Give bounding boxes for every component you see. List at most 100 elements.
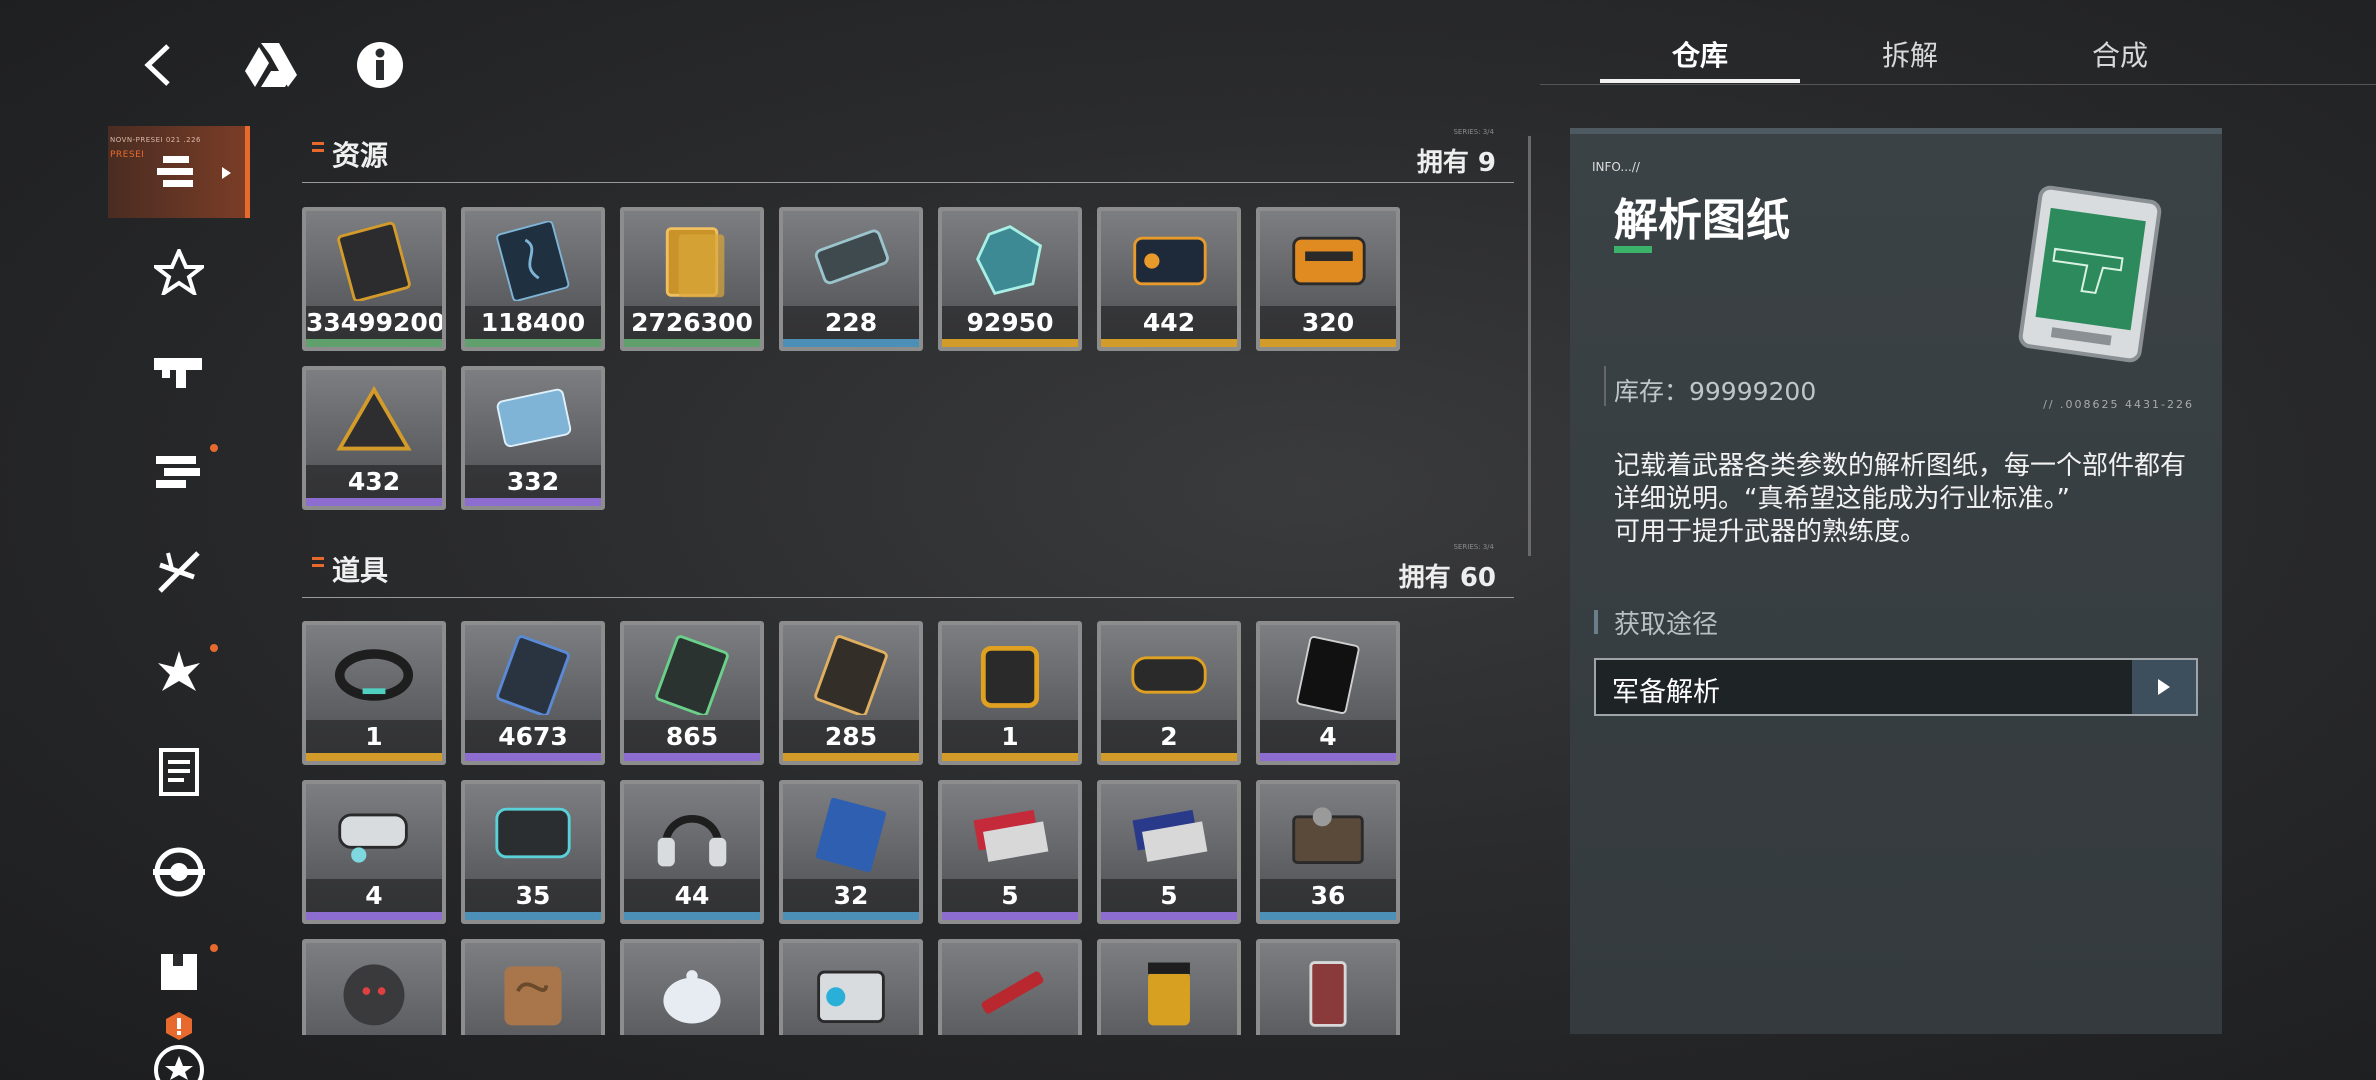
source-go-button[interactable] — [2132, 660, 2196, 714]
inventory-item[interactable]: 228 — [779, 207, 923, 351]
gold-card-icon — [337, 221, 411, 301]
source-entry[interactable]: 军备解析 — [1594, 658, 2198, 716]
inventory-item[interactable]: 44 — [620, 780, 764, 924]
inventory-item[interactable] — [1097, 939, 1241, 1035]
blue-card-icon — [496, 388, 572, 448]
inventory-item[interactable] — [779, 939, 923, 1035]
tab-dismantle[interactable]: 拆解 — [1810, 28, 2010, 83]
inventory-item[interactable]: 332 — [461, 366, 605, 510]
info-button[interactable] — [350, 35, 410, 95]
inventory-item[interactable]: 1 — [302, 621, 446, 765]
active-arrow-icon — [222, 167, 231, 179]
bracelet-icon — [334, 649, 414, 701]
tab-warehouse[interactable]: 仓库 — [1600, 28, 1800, 83]
info-circle-icon — [357, 42, 403, 88]
inventory-item[interactable]: 865 — [620, 621, 764, 765]
item-count: 32 — [783, 879, 919, 912]
inventory-item[interactable] — [620, 939, 764, 1035]
category-melee[interactable] — [108, 526, 250, 618]
inventory-item[interactable]: 5 — [1097, 780, 1241, 924]
inventory-item[interactable]: 35 — [461, 780, 605, 924]
crystal-icon — [976, 225, 1043, 296]
tab-synthesize[interactable]: 合成 — [2020, 28, 2220, 83]
item-count: 5 — [1101, 879, 1237, 912]
tool-case-icon — [1292, 807, 1364, 864]
notification-dot — [210, 644, 218, 652]
inventory-item[interactable] — [938, 939, 1082, 1035]
inventory-item[interactable] — [302, 939, 446, 1035]
category-documents[interactable] — [108, 726, 250, 818]
inventory-item[interactable]: 33499200 — [302, 207, 446, 351]
category-star[interactable] — [108, 1044, 250, 1080]
category-resources[interactable]: NOVN-PRESEI 021 .226 PRESEI — [108, 126, 250, 218]
inventory-item[interactable]: 2 — [1097, 621, 1241, 765]
inventory-item[interactable]: 32 — [779, 780, 923, 924]
cookie-icon — [504, 966, 562, 1026]
rarity-strip — [1101, 912, 1237, 920]
section-divider — [302, 597, 1514, 598]
section-mark — [312, 557, 324, 560]
item-count: 36 — [1260, 879, 1396, 912]
item-count: 5 — [942, 879, 1078, 912]
item-count: 118400 — [465, 306, 601, 339]
rarity-strip — [465, 753, 601, 761]
inventory-item[interactable]: 320 — [1256, 207, 1400, 351]
lighter-icon — [1309, 961, 1347, 1027]
category-weapons[interactable] — [108, 326, 250, 418]
resources-owned-count: 拥有 9 — [1416, 148, 1496, 178]
back-button[interactable] — [128, 35, 188, 95]
item-count: 332 — [465, 465, 601, 498]
inventory-item[interactable]: 118400 — [461, 207, 605, 351]
item-count: 4673 — [465, 720, 601, 753]
inventory-item[interactable]: 4673 — [461, 621, 605, 765]
rarity-strip — [306, 753, 442, 761]
inventory-item[interactable]: 92950 — [938, 207, 1082, 351]
item-count: 4 — [1260, 720, 1396, 753]
inventory-item[interactable]: 4 — [1256, 621, 1400, 765]
category-box[interactable] — [108, 926, 250, 1018]
section-divider — [302, 182, 1514, 183]
blue-ticket-icon — [1132, 809, 1208, 862]
inventory-item[interactable]: 442 — [1097, 207, 1241, 351]
inventory-item[interactable] — [1256, 939, 1400, 1035]
chevron-left-icon — [144, 44, 170, 86]
document-icon — [159, 748, 199, 796]
resources-micro: SERIES: 3/4 — [1453, 128, 1494, 136]
category-mods[interactable] — [108, 626, 250, 718]
inventory-item[interactable]: 2726300 — [620, 207, 764, 351]
category-upgrade[interactable] — [108, 226, 250, 318]
item-count: 285 — [783, 720, 919, 753]
flower-icon — [158, 651, 200, 691]
item-count: 4 — [306, 879, 442, 912]
rarity-strip — [942, 753, 1078, 761]
drive-button[interactable] — [240, 35, 300, 95]
usb-drive-icon — [814, 229, 889, 285]
robot-icon — [343, 964, 405, 1026]
device-icon — [980, 645, 1040, 708]
category-parts[interactable] — [108, 426, 250, 518]
item-name: 解析图纸 — [1614, 195, 1790, 246]
vr-headset-icon — [338, 813, 408, 863]
lipstick-icon — [981, 971, 1044, 1014]
category-disc[interactable] — [108, 826, 250, 918]
inventory-scrollbar[interactable] — [1528, 136, 1531, 556]
rarity-strip — [465, 339, 601, 347]
inventory-item[interactable]: 432 — [302, 366, 446, 510]
inventory-item[interactable]: 285 — [779, 621, 923, 765]
category-alert[interactable] — [108, 1006, 250, 1046]
inventory-item[interactable] — [461, 939, 605, 1035]
category-sidebar: NOVN-PRESEI 021 .226 PRESEI — [108, 126, 250, 1080]
inventory-item[interactable]: 36 — [1256, 780, 1400, 924]
rarity-strip — [942, 339, 1078, 347]
teapot-icon — [663, 970, 721, 1024]
inventory-item[interactable]: 1 — [938, 621, 1082, 765]
rarity-strip — [306, 912, 442, 920]
item-count: 2 — [1101, 720, 1237, 753]
item-count: 92950 — [942, 306, 1078, 339]
inventory-item[interactable]: 4 — [302, 780, 446, 924]
speaker-icon — [817, 970, 885, 1023]
rarity-strip — [306, 339, 442, 347]
inventory-item[interactable]: 5 — [938, 780, 1082, 924]
blueprint-gold-icon — [814, 635, 888, 715]
props-grid: 1 4673 865 285 1 2 4 4 35 44 32 5 5 36 — [302, 621, 1400, 1035]
